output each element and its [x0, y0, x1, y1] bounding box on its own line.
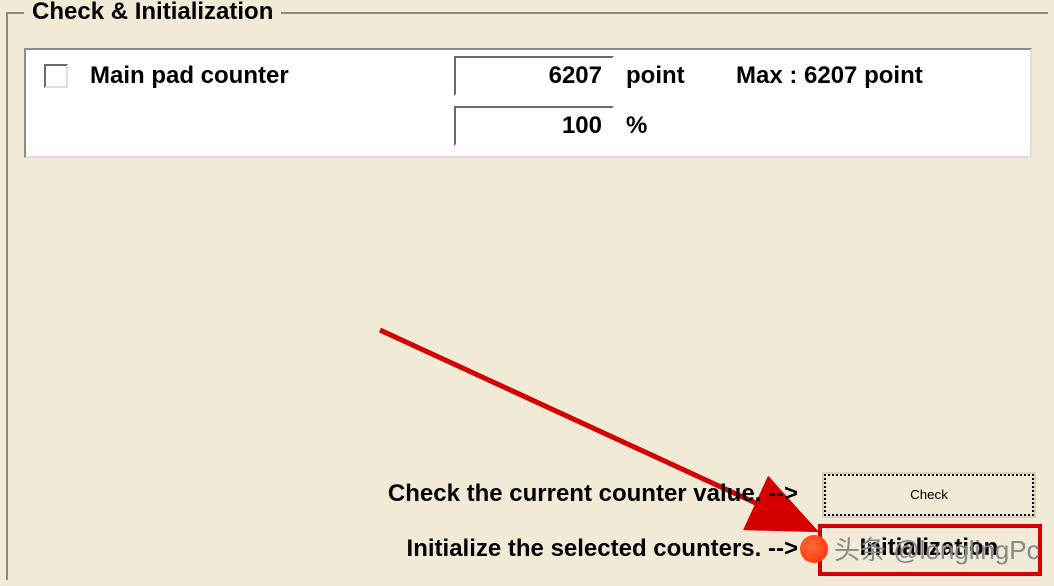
points-unit: point: [626, 62, 685, 90]
percent-value: 100: [454, 106, 614, 146]
watermark: 头条 @longlingPc: [800, 530, 1040, 567]
check-button[interactable]: Check: [824, 474, 1034, 516]
instruction-initialize: Initialize the selected counters. -->: [368, 535, 798, 563]
watermark-icon: [800, 535, 828, 563]
main-pad-checkbox[interactable]: [44, 64, 68, 88]
percent-unit: %: [626, 112, 647, 140]
counter-row: Main pad counter 6207 point 100 % Max : …: [24, 48, 1032, 158]
points-value: 6207: [454, 56, 614, 96]
instruction-check: Check the current counter value. -->: [308, 480, 798, 508]
watermark-text: 头条 @longlingPc: [834, 530, 1040, 567]
group-title: Check & Initialization: [24, 0, 281, 26]
counter-label: Main pad counter: [90, 62, 289, 90]
max-label: Max : 6207 point: [736, 62, 923, 90]
